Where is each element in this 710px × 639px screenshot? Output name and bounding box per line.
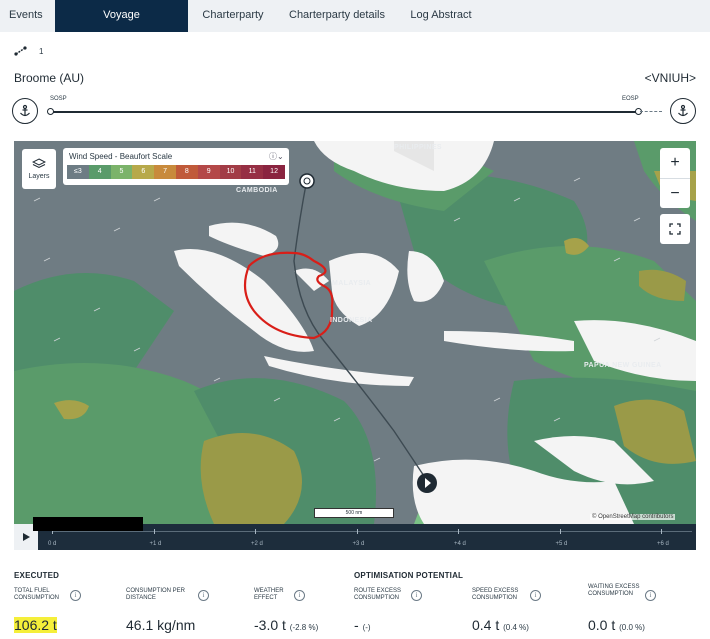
play-icon [23, 533, 30, 541]
beaufort-swatch: 4 [88, 165, 111, 179]
map-label-philippines: PHILIPPINES [394, 144, 442, 151]
arrival-anchor-icon [670, 98, 696, 124]
speed-info-icon[interactable]: i [530, 590, 541, 601]
map-scale-bar: 500 nm [314, 508, 394, 518]
timeline-tick-label: 0 d [48, 541, 57, 547]
route-excess-percent: (-) [362, 623, 371, 632]
speed-excess-value: 0.4 t (0.4 %) [472, 617, 529, 633]
total-fuel-number: 106.2 t [14, 617, 57, 633]
timeline-tick-label: +3 d [352, 541, 365, 547]
route-excess-number: - [354, 617, 359, 633]
voyage-count: 1 [39, 47, 44, 56]
beaufort-swatch: 7 [154, 165, 176, 179]
consumption-per-distance-value: 46.1 kg/nm [126, 617, 196, 633]
waiting-excess-number: 0.0 t [588, 617, 616, 633]
remaining-route-line [640, 111, 662, 112]
tab-charterparty-details[interactable]: Charterparty details [278, 0, 396, 32]
voyage-route-icon [14, 46, 27, 56]
consumption-per-distance-label: CONSUMPTION PER DISTANCE [126, 588, 186, 601]
timeline-tick-mark [458, 529, 459, 534]
beaufort-swatch: 9 [197, 165, 220, 179]
waiting-excess-label: WAITING EXCESS CONSUMPTION [588, 584, 640, 597]
sosp-marker [47, 108, 54, 115]
route-excess-label: ROUTE EXCESS CONSUMPTION [354, 588, 402, 601]
zoom-controls: + − [660, 148, 690, 208]
tab-charterparty[interactable]: Charterparty [188, 0, 278, 32]
total-fuel-value: 106.2 t [14, 617, 57, 633]
tab-bar: Events Voyage Benchmarking Charterparty … [0, 0, 710, 51]
sosp-label: SOSP [50, 96, 67, 102]
weather-effect-percent: (-2.8 %) [289, 623, 319, 632]
executed-title: EXECUTED [14, 571, 60, 580]
weather-map[interactable]: PHILIPPINES CAMBODIA MALAYSIA INDONESIA … [14, 141, 696, 524]
total-fuel-info-icon[interactable]: i [70, 590, 81, 601]
wind-speed-legend: Wind Speed - Beaufort Scale ⓘ⌄ ≤3 4 5 6 7 8 9 1… [63, 148, 289, 185]
weather-effect-label: WEATHER EFFECT [254, 588, 284, 601]
timeline-tick-label: +4 d [454, 541, 466, 547]
zoom-out-button[interactable]: − [660, 179, 690, 208]
departure-anchor-icon [12, 98, 38, 124]
timeline-tick-mark [356, 529, 358, 534]
speed-excess-label: SPEED EXCESS CONSUMPTION [472, 588, 519, 601]
legend-title: Wind Speed - Beaufort Scale [69, 152, 173, 161]
expand-icon [669, 223, 681, 235]
timeline-tick-label: +2 d [251, 541, 263, 547]
tab-voyage-benchmarking[interactable]: Voyage Benchmarking [55, 0, 188, 51]
layers-label: Layers [28, 173, 50, 180]
zoom-in-button[interactable]: + [660, 148, 690, 178]
eosp-label: EOSP [622, 96, 639, 102]
weather-effect-number: -3.0 t [254, 617, 286, 633]
beaufort-swatch: 10 [219, 165, 242, 179]
map-label-cambodia: CAMBODIA [236, 187, 278, 194]
beaufort-scale: ≤3 4 5 6 7 8 9 10 11 12 [67, 165, 285, 179]
consumption-info-icon[interactable]: i [198, 590, 209, 601]
tab-log-abstract[interactable]: Log Abstract [396, 0, 486, 32]
map-label-malaysia: MALAYSIA [332, 280, 372, 287]
timeline-tick-label: +5 d [555, 541, 568, 547]
timeline-tick-mark [153, 529, 155, 534]
timeline-tick-mark [559, 529, 561, 534]
waiting-excess-value: 0.0 t (0.0 %) [588, 617, 645, 633]
beaufort-swatch: 5 [110, 165, 133, 179]
waiting-excess-percent: (0.0 %) [619, 623, 645, 632]
layers-icon [32, 158, 46, 169]
route-info-icon[interactable]: i [411, 590, 422, 601]
speed-excess-number: 0.4 t [472, 617, 500, 633]
beaufort-swatch: 11 [241, 165, 264, 179]
beaufort-swatch: 8 [175, 165, 198, 179]
timeline-tick-label: +6 d [657, 541, 669, 547]
map-attribution[interactable]: © OpenStreetMap contributors [590, 514, 676, 520]
departure-port: Broome (AU) [14, 71, 85, 85]
map-canvas [14, 141, 696, 524]
speed-excess-percent: (0.4 %) [503, 623, 529, 632]
total-fuel-label: TOTAL FUEL CONSUMPTION [14, 588, 59, 601]
timeline-tick-label: +1 d [149, 541, 162, 547]
optimisation-title: OPTIMISATION POTENTIAL [354, 571, 464, 580]
legend-info-icon[interactable]: ⓘ⌄ [269, 151, 284, 162]
tab-events[interactable]: Events [0, 0, 55, 32]
arrival-port: <VNIUH> [644, 71, 696, 85]
map-label-indonesia: INDONESIA [330, 317, 373, 324]
map-label-papua-new-guinea: PAPUA NEW GUINEA [584, 362, 662, 369]
beaufort-swatch: 6 [132, 165, 155, 179]
timeline-tick-mark [661, 529, 662, 534]
layers-button[interactable]: Layers [22, 149, 56, 189]
redacted-block [33, 517, 143, 531]
weather-effect-value: -3.0 t (-2.8 %) [254, 617, 318, 633]
beaufort-swatch: 12 [263, 165, 285, 179]
beaufort-swatch: ≤3 [67, 165, 89, 179]
timeline-tick-mark [255, 529, 256, 534]
voyage-progress-line [50, 111, 638, 113]
waiting-info-icon[interactable]: i [645, 590, 656, 601]
timeline-track[interactable] [52, 531, 692, 532]
weather-info-icon[interactable]: i [294, 590, 305, 601]
route-excess-value: - (-) [354, 617, 371, 633]
fullscreen-button[interactable] [660, 214, 690, 244]
